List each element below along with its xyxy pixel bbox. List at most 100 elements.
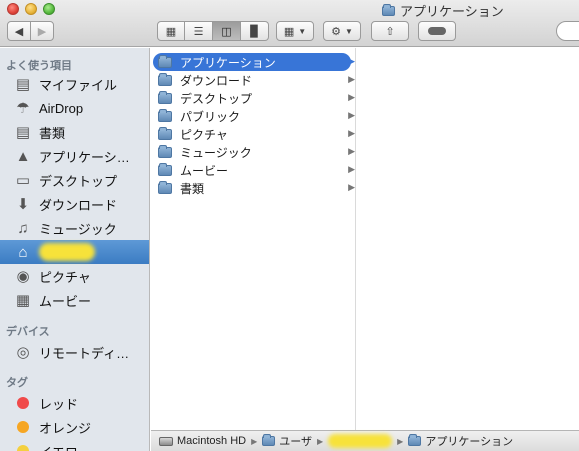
path-separator-icon: ▶ [251, 436, 258, 446]
zoom-window-button[interactable] [43, 3, 55, 15]
devices-header: デバイス [6, 326, 50, 338]
search-field[interactable] [556, 21, 579, 41]
sidebar-item-downloads[interactable]: ⬇ ダウンロード [0, 192, 149, 216]
sidebar-item-all-files[interactable]: ▤ マイファイル [0, 72, 149, 96]
chevron-right-icon: ▶ [37, 25, 47, 38]
path-item-home[interactable] [328, 434, 393, 448]
action-button[interactable]: ⚙ ▼ [323, 21, 361, 41]
sidebar-item-home[interactable]: ⌂ [0, 240, 149, 264]
tags-header: タグ [6, 377, 28, 389]
list-view-icon: ☰ [193, 25, 204, 38]
favorites-header: よく使う項目 [6, 60, 72, 72]
share-icon: ⇧ [385, 25, 395, 38]
back-button[interactable]: ◀ [7, 21, 31, 41]
grid-icon: ▦ [283, 25, 295, 38]
sidebar-item-label: AirDrop [39, 100, 84, 116]
path-item-applications[interactable]: アプリケーション [408, 433, 513, 449]
public-folder-icon [158, 108, 172, 122]
column-applications-contents [357, 48, 579, 430]
disclosure-arrow-icon: ▶ [348, 110, 355, 120]
tag-red-dot-wrap [14, 394, 32, 412]
coverflow-view-button[interactable]: ▉ [241, 21, 269, 41]
list-item[interactable]: 書類 ▶ [153, 179, 355, 197]
sidebar: よく使う項目 ▤ マイファイル ☂ AirDrop ▤ 書類 ▲ アプリケーシ…… [0, 48, 150, 451]
sidebar-item-tag-yellow[interactable]: イエロー [0, 439, 149, 451]
sidebar-item-applications[interactable]: ▲ アプリケーシ… [0, 144, 149, 168]
sidebar-item-documents[interactable]: ▤ 書類 [0, 120, 149, 144]
sidebar-item-tag-orange[interactable]: オレンジ [0, 415, 149, 439]
pictures-icon: ◉ [16, 268, 30, 285]
coverflow-view-icon: ▉ [250, 25, 259, 38]
disclosure-arrow-icon: ▶ [348, 146, 355, 156]
arrange-button[interactable]: ▦ ▼ [276, 21, 314, 41]
pictures-folder-icon [158, 126, 172, 140]
list-item[interactable]: デスクトップ ▶ [153, 89, 355, 107]
downloads-icon: ⬇ [16, 196, 30, 213]
gear-icon: ⚙ [331, 25, 341, 38]
disclosure-arrow-icon: ▶ [348, 56, 355, 66]
orange-tag-icon [17, 421, 29, 433]
sidebar-item-tag-red[interactable]: レッド [0, 391, 149, 415]
list-item[interactable]: パブリック ▶ [153, 107, 355, 125]
list-item-label: アプリケーション [180, 55, 276, 70]
tag-yellow-dot-wrap [14, 442, 32, 451]
share-button[interactable]: ⇧ [371, 21, 409, 41]
sidebar-item-airdrop[interactable]: ☂ AirDrop [0, 96, 149, 120]
documents-icon: ▤ [15, 124, 31, 141]
path-separator-icon: ▶ [397, 436, 404, 446]
tag-orange-dot-wrap [14, 418, 32, 436]
all-files-icon: ▤ [15, 76, 31, 93]
path-item-users[interactable]: ユーザ [262, 433, 312, 449]
documents-folder-icon [158, 180, 172, 194]
redacted-home-path [328, 434, 393, 448]
movies-icon: ▦ [15, 292, 31, 309]
path-item-label: Macintosh HD [177, 435, 247, 447]
chevron-left-icon: ◀ [14, 25, 24, 38]
sidebar-item-label: ピクチャ [39, 269, 91, 285]
applications-folder-icon [408, 434, 422, 446]
yellow-tag-icon [17, 445, 29, 451]
list-item[interactable]: ミュージック ▶ [153, 143, 355, 161]
list-view-button[interactable]: ☰ [185, 21, 213, 41]
sidebar-item-movies[interactable]: ▦ ムービー [0, 288, 149, 312]
icon-view-icon: ▦ [165, 25, 177, 38]
window-toolbar: アプリケーション ◀ ▶ ▦ ☰ ◫ ▉ ▦ ▼ ⚙ ▼ ⇧ [0, 0, 579, 47]
edit-tags-button[interactable] [418, 21, 456, 41]
remote-disc-icon: ◎ [16, 344, 30, 361]
sidebar-item-pictures[interactable]: ◉ ピクチャ [0, 264, 149, 288]
disclosure-arrow-icon: ▶ [348, 182, 355, 192]
path-bar: Macintosh HD ▶ ユーザ ▶ ▶ アプリケーション [151, 430, 579, 451]
list-item[interactable]: ダウンロード ▶ [153, 71, 355, 89]
window-title-text: アプリケーション [400, 4, 504, 19]
path-item-label: アプリケーション [425, 436, 514, 448]
list-item-label: ミュージック [180, 145, 252, 160]
list-item[interactable]: ピクチャ ▶ [153, 125, 355, 143]
applications-icon: ▲ [15, 147, 31, 165]
path-item-disk[interactable]: Macintosh HD [159, 435, 246, 447]
column-view-button[interactable]: ◫ [213, 21, 241, 41]
list-item[interactable]: アプリケーション ▶ [153, 53, 355, 71]
sidebar-item-label: リモートディ… [39, 345, 130, 361]
sidebar-item-label: デスクトップ [39, 173, 118, 189]
window-title: アプリケーション [382, 1, 504, 20]
sidebar-item-music[interactable]: ♫ ミュージック [0, 216, 149, 240]
forward-button[interactable]: ▶ [30, 21, 54, 41]
music-folder-icon [158, 144, 172, 158]
list-item[interactable]: ムービー ▶ [153, 161, 355, 179]
list-item-label: デスクトップ [180, 91, 253, 106]
downloads-folder-icon [158, 72, 172, 86]
users-folder-icon [262, 434, 276, 446]
desktop-icon: ▭ [15, 172, 31, 189]
sidebar-item-remote-disc[interactable]: ◎ リモートディ… [0, 340, 149, 364]
list-item-label: パブリック [180, 109, 241, 124]
icon-view-button[interactable]: ▦ [157, 21, 185, 41]
close-window-button[interactable] [7, 3, 19, 15]
list-item-label: 書類 [180, 181, 205, 196]
airdrop-icon: ☂ [16, 100, 30, 117]
sidebar-item-desktop[interactable]: ▭ デスクトップ [0, 168, 149, 192]
sidebar-item-label: アプリケーシ… [39, 149, 130, 165]
list-item-label: ムービー [180, 163, 229, 178]
sidebar-item-label: オレンジ [39, 420, 92, 436]
applications-folder-icon [382, 3, 395, 16]
minimize-window-button[interactable] [25, 3, 37, 15]
